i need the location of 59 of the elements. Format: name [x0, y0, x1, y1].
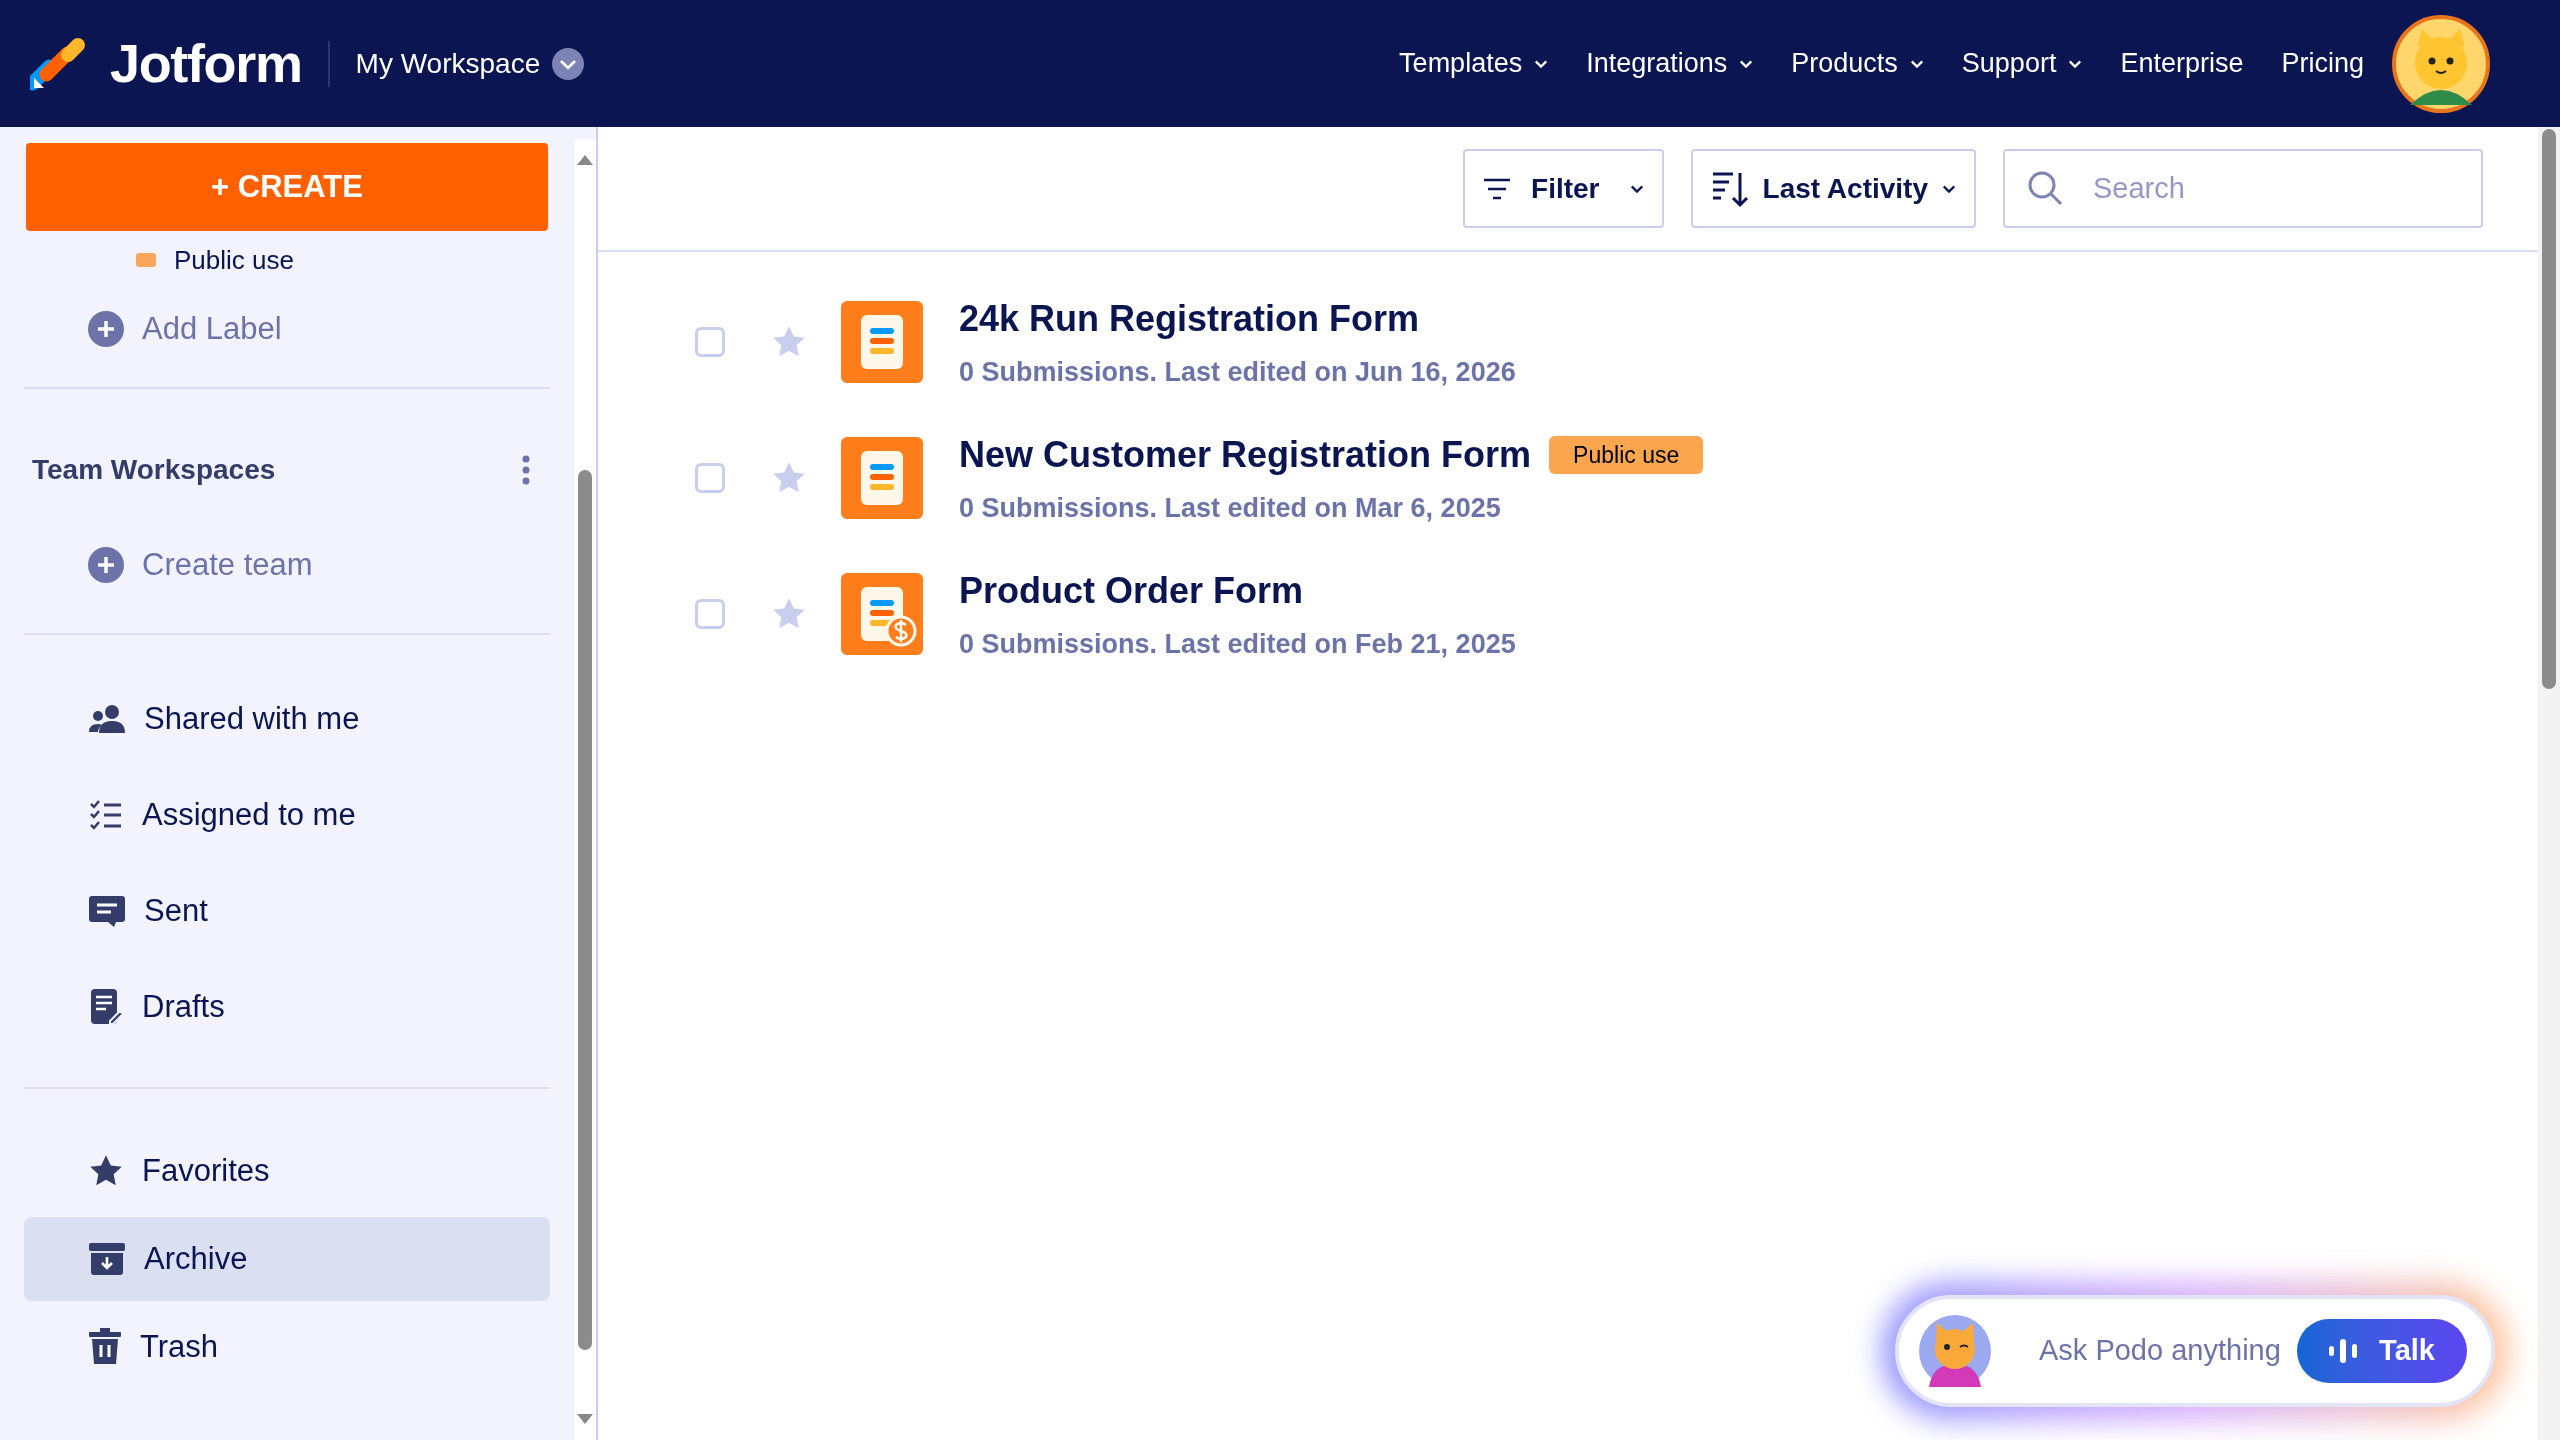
- more-options-icon: [522, 455, 530, 485]
- form-title[interactable]: New Customer Registration Form: [959, 427, 1532, 482]
- sidebar-item[interactable]: Archive: [24, 1217, 550, 1301]
- sidebar-item[interactable]: Trash: [24, 1305, 550, 1389]
- form-title[interactable]: Product Order Form: [959, 563, 1304, 618]
- add-label-button[interactable]: Add Label: [24, 277, 550, 381]
- nav-link[interactable]: Enterprise: [2120, 43, 2244, 84]
- archive-box-icon: [88, 1241, 126, 1277]
- nav-link[interactable]: Integrations: [1586, 43, 1754, 84]
- assistant-bar[interactable]: Ask Podo anything Talk: [1895, 1295, 2495, 1407]
- chevron-down-icon: [1534, 58, 1549, 69]
- filter-icon: [1483, 176, 1512, 201]
- chevron-down-icon: [552, 47, 585, 80]
- plus-icon: [88, 547, 124, 583]
- search-field[interactable]: Search: [2003, 149, 2483, 228]
- nav-link[interactable]: Support: [1961, 43, 2083, 84]
- form-details: 0 Submissions. Last edited on Feb 21, 2025: [959, 627, 1516, 661]
- trash-icon: [88, 1328, 122, 1366]
- message-icon: [88, 893, 126, 929]
- chevron-down-icon: [1629, 183, 1644, 194]
- form-details: 0 Submissions. Last edited on Mar 6, 2025: [959, 491, 1502, 525]
- checkbox[interactable]: [695, 599, 725, 629]
- search-icon: [2027, 170, 2063, 206]
- document-edit-icon: [88, 988, 124, 1026]
- form-icon: [841, 301, 923, 383]
- chevron-down-icon: [2068, 58, 2083, 69]
- cat-avatar: [1919, 1315, 1991, 1387]
- talk-button[interactable]: Talk: [2297, 1319, 2467, 1383]
- sidebar-item[interactable]: Shared with me: [24, 677, 550, 761]
- sidebar-item[interactable]: Sent: [24, 869, 550, 953]
- assistant-prompt[interactable]: Ask Podo anything: [2039, 1329, 2281, 1373]
- section-heading: Team Workspaces: [32, 453, 276, 487]
- checkbox[interactable]: [695, 327, 725, 357]
- create-team-button[interactable]: Create team: [24, 525, 550, 605]
- sort-button[interactable]: Last Activity: [1690, 149, 1976, 228]
- sidebar-item[interactable]: Assigned to me: [24, 773, 550, 857]
- checkbox[interactable]: [695, 463, 725, 493]
- nav-link[interactable]: Products: [1791, 43, 1924, 84]
- sidebar-scrollbar[interactable]: [574, 139, 596, 1440]
- label-item[interactable]: Public use: [24, 243, 550, 277]
- chevron-down-icon: [1739, 58, 1754, 69]
- logo-text[interactable]: Jotform: [110, 23, 302, 104]
- sidebar-item[interactable]: Drafts: [24, 965, 550, 1049]
- logo-icon: [30, 35, 86, 92]
- nav-link[interactable]: Pricing: [2281, 43, 2364, 84]
- chevron-down-icon: [1942, 183, 1956, 194]
- nav-link[interactable]: Templates: [1399, 43, 1549, 84]
- workspace-switcher[interactable]: My Workspace: [355, 42, 585, 85]
- page-scrollbar[interactable]: [2538, 127, 2560, 1440]
- chevron-down-icon: [1909, 58, 1924, 69]
- filter-button[interactable]: Filter: [1463, 149, 1664, 228]
- form-details: 0 Submissions. Last edited on Jun 16, 2026: [959, 355, 1516, 389]
- sidebar-item[interactable]: Favorites: [24, 1129, 550, 1213]
- audio-bars-icon: [2329, 1338, 2358, 1364]
- label-tag: Public use: [1549, 435, 1704, 474]
- plus-icon: [88, 311, 124, 347]
- form-title[interactable]: 24k Run Registration Form: [959, 291, 1420, 346]
- form-icon: [841, 437, 923, 519]
- payment-form-icon: [841, 573, 923, 655]
